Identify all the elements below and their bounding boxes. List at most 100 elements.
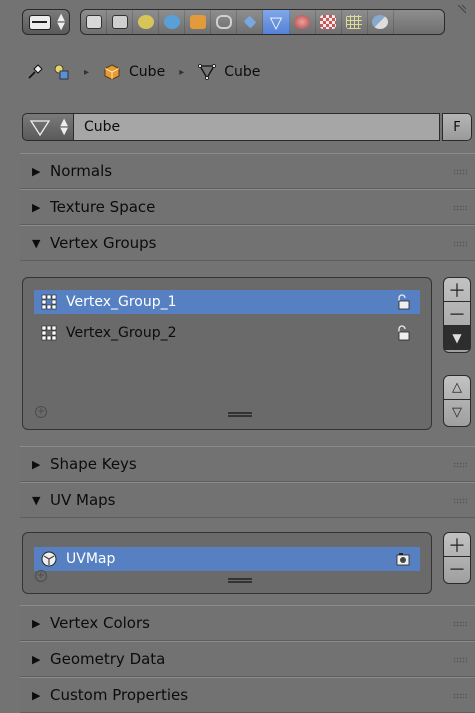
panel-label: Custom Properties (50, 686, 189, 704)
panel-geometry-data[interactable]: ▶ Geometry Data (20, 641, 475, 677)
breadcrumb-mesh: Cube (198, 63, 260, 81)
panel-label: Normals (50, 162, 113, 180)
breadcrumb-mesh-label: Cube (224, 64, 261, 80)
modifiers-icon (243, 15, 257, 29)
uv-maps-list: UVMap + (22, 532, 432, 594)
collapsed-triangle-icon: ▶ (32, 200, 41, 214)
collapsed-triangle-icon: ▶ (32, 688, 41, 702)
tab-world[interactable] (159, 10, 186, 34)
tab-physics[interactable] (368, 10, 394, 34)
list-item[interactable]: Vertex_Group_2 (34, 321, 420, 345)
breadcrumb-separator: ▸ (179, 66, 185, 78)
particles-icon (346, 15, 363, 29)
move-down-button[interactable]: ▽ (444, 400, 470, 424)
panel-normals[interactable]: ▶ Normals (20, 153, 475, 189)
panel-shape-keys[interactable]: ▶ Shape Keys (20, 446, 475, 482)
breadcrumb-object: Cube (103, 63, 165, 81)
add-uv-map-button[interactable]: ＋ (444, 533, 470, 557)
move-up-button[interactable]: △ (444, 376, 470, 400)
tab-material[interactable] (290, 10, 316, 34)
vertex-group-move-buttons: △ ▽ (443, 375, 471, 427)
tab-render[interactable] (81, 10, 108, 34)
panel-label: Vertex Colors (50, 614, 150, 632)
panel-vertex-groups[interactable]: ▼ Vertex Groups (20, 225, 475, 261)
panel-label: UV Maps (50, 491, 116, 509)
mesh-datablock-selector: ▲ ▼ Cube F (22, 113, 472, 141)
panel-label: Vertex Groups (50, 234, 157, 252)
scene-icon (137, 15, 154, 29)
constraints-icon (215, 15, 232, 29)
panel-vertex-colors[interactable]: ▶ Vertex Colors (20, 605, 475, 641)
panel-uv-maps[interactable]: ▼ UV Maps (20, 482, 475, 518)
drag-grip-icon[interactable] (453, 241, 467, 247)
mesh-data-icon: ▽ (269, 12, 283, 32)
breadcrumb-object-label: Cube (129, 64, 166, 80)
active-render-camera-icon[interactable] (396, 551, 410, 567)
panel-label: Shape Keys (50, 455, 137, 473)
tab-modifiers[interactable] (237, 10, 264, 34)
unlock-icon[interactable] (396, 325, 410, 341)
collapsed-triangle-icon: ▶ (32, 616, 41, 630)
breadcrumb-separator: ▸ (84, 66, 90, 78)
vertex-group-specials-button[interactable]: ▼ (444, 326, 470, 350)
list-resize-grip[interactable] (228, 412, 252, 417)
uv-map-icon (41, 551, 57, 567)
tab-scene[interactable] (133, 10, 160, 34)
panel-texture-space[interactable]: ▶ Texture Space (20, 189, 475, 225)
collapsed-triangle-icon: ▶ (32, 652, 41, 666)
vertex-groups-list: Vertex_Group_1 Vertex_Group_2 + (22, 277, 432, 430)
vertex-group-buttons: ＋ － ▼ (443, 277, 471, 353)
panel-custom-properties[interactable]: ▶ Custom Properties (20, 677, 475, 713)
list-item[interactable]: Vertex_Group_1 (34, 290, 420, 314)
expanded-triangle-icon: ▼ (32, 493, 41, 507)
collapsed-triangle-icon: ▶ (32, 164, 41, 178)
list-filter-options-icon[interactable]: + (35, 570, 47, 582)
render-layers-icon (111, 15, 128, 29)
drag-grip-icon[interactable] (453, 169, 467, 175)
texture-icon (320, 15, 337, 29)
physics-icon (372, 15, 389, 29)
list-filter-options-icon[interactable]: + (35, 406, 47, 418)
properties-editor-icon (29, 15, 51, 30)
add-vertex-group-button[interactable]: ＋ (444, 278, 470, 302)
remove-uv-map-button[interactable]: － (444, 557, 470, 581)
drag-grip-icon[interactable] (453, 693, 467, 699)
drag-grip-icon[interactable] (453, 205, 467, 211)
material-icon (294, 15, 311, 29)
updown-arrows-icon: ▲ ▼ (57, 12, 65, 32)
unlock-icon[interactable] (396, 294, 410, 310)
tab-object[interactable] (185, 10, 212, 34)
updown-arrows-icon: ▲ ▼ (60, 117, 68, 137)
mesh-name-field[interactable]: Cube (74, 113, 440, 141)
panel-label: Geometry Data (50, 650, 166, 668)
drag-grip-icon[interactable] (453, 657, 467, 663)
pin-icon[interactable] (26, 63, 44, 81)
world-icon (163, 15, 180, 29)
collapsed-triangle-icon: ▶ (32, 457, 41, 471)
remove-vertex-group-button[interactable]: － (444, 302, 470, 326)
object-cube-icon (104, 64, 120, 81)
drag-grip-icon[interactable] (453, 462, 467, 468)
object-icon (189, 15, 206, 29)
list-item-label: UVMap (66, 551, 116, 567)
tab-render-layers[interactable] (107, 10, 134, 34)
drag-grip-icon[interactable] (453, 498, 467, 504)
mesh-data-icon (29, 120, 51, 137)
fake-user-button[interactable]: F (442, 113, 472, 141)
context-tabs: ▽ (80, 9, 445, 35)
tab-texture[interactable] (316, 10, 342, 34)
expanded-triangle-icon: ▼ (32, 236, 41, 250)
area-corner-icon[interactable] (455, 2, 469, 16)
scene-icon (54, 64, 69, 80)
list-item-label: Vertex_Group_2 (66, 325, 177, 341)
tab-mesh-data[interactable]: ▽ (263, 10, 290, 34)
list-item[interactable]: UVMap (34, 547, 420, 571)
context-breadcrumb: ▸ Cube ▸ Cube (0, 50, 475, 94)
editor-type-button[interactable]: ▲ ▼ (22, 9, 70, 35)
list-resize-grip[interactable] (228, 578, 252, 583)
tab-particles[interactable] (342, 10, 368, 34)
drag-grip-icon[interactable] (453, 621, 467, 627)
tab-constraints[interactable] (211, 10, 238, 34)
mesh-browse-button[interactable]: ▲ ▼ (22, 113, 74, 141)
vertex-group-icon (41, 325, 57, 341)
